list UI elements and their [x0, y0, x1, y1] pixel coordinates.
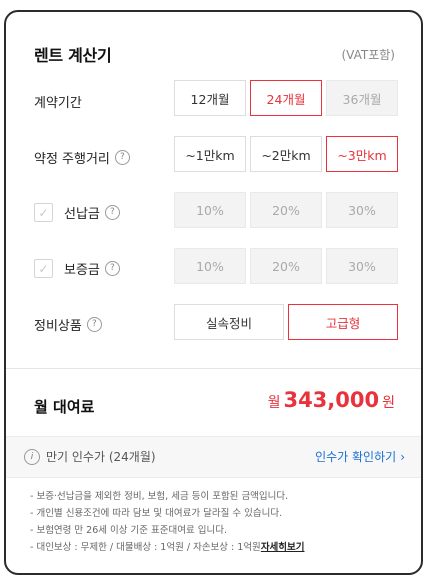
note-line: - 보증·선납금을 제외한 정비, 보험, 세금 등이 포함된 금액입니다. — [30, 491, 289, 502]
fee-amount: 343,000 — [283, 388, 380, 412]
mileage-2-button[interactable]: ~2만km — [250, 136, 322, 172]
mileage-1-button[interactable]: ~1만km — [174, 136, 246, 172]
prepayment-30-button[interactable]: 30% — [326, 192, 398, 228]
details-link[interactable]: 자세히보기 — [261, 542, 305, 553]
help-icon[interactable]: ? — [104, 205, 120, 220]
deposit-10-button[interactable]: 10% — [174, 248, 246, 284]
page-title: 렌트 계산기 — [34, 46, 112, 65]
buyout-info-text: 만기 인수가 (24개월) — [46, 450, 156, 464]
help-icon[interactable]: ? — [114, 150, 130, 165]
notes: - 보증·선납금을 제외한 정비, 보험, 세금 등이 포함된 금액입니다. -… — [30, 488, 305, 556]
rent-calculator-card: 렌트 계산기 (VAT포함) 계약기간 12개월 24개월 36개월 약정 주행… — [4, 10, 423, 575]
deposit-label-text: 보증금 — [64, 263, 100, 278]
note-line: - 보험연령 만 26세 이상 기준 표준대여료 입니다. — [30, 525, 227, 536]
prepayment-label-text: 선납금 — [64, 207, 100, 222]
note-line-last: - 대인보상 : 무제한 / 대물배상 : 1억원 / 자손보상 : 1억원자세… — [30, 539, 305, 556]
mileage-label-text: 약정 주행거리 — [34, 152, 110, 167]
deposit-30-button[interactable]: 30% — [326, 248, 398, 284]
period-24-button[interactable]: 24개월 — [250, 80, 322, 116]
maintenance-label-text: 정비상품 — [34, 319, 82, 334]
contract-period-label-text: 계약기간 — [34, 96, 82, 111]
monthly-fee-label: 월 대여료 — [34, 398, 95, 416]
deposit-label: ✓ 보증금 ? — [34, 259, 120, 278]
maintenance-label: 정비상품 ? — [34, 315, 102, 334]
info-icon: i — [24, 448, 40, 465]
maintenance-basic-button[interactable]: 실속정비 — [174, 304, 284, 340]
prepayment-label: ✓ 선납금 ? — [34, 203, 120, 222]
period-12-button[interactable]: 12개월 — [174, 80, 246, 116]
prepayment-checkbox[interactable]: ✓ — [34, 203, 53, 222]
divider — [6, 368, 421, 369]
prepayment-20-button[interactable]: 20% — [250, 192, 322, 228]
chevron-right-icon: › — [400, 449, 405, 464]
period-36-button[interactable]: 36개월 — [326, 80, 398, 116]
note-line-last-text: - 대인보상 : 무제한 / 대물배상 : 1억원 / 자손보상 : 1억원 — [30, 542, 261, 553]
buyout-bar: i 만기 인수가 (24개월) 인수가 확인하기 › — [6, 436, 421, 478]
buyout-link-text: 인수가 확인하기 — [315, 450, 397, 464]
mileage-label: 약정 주행거리 ? — [34, 148, 130, 167]
note-line: - 개인별 신용조건에 따라 담보 및 대여료가 달라질 수 있습니다. — [30, 508, 283, 519]
vat-note: (VAT포함) — [341, 48, 396, 62]
help-icon[interactable]: ? — [86, 317, 102, 332]
deposit-20-button[interactable]: 20% — [250, 248, 322, 284]
contract-period-label: 계약기간 — [34, 92, 82, 111]
maintenance-premium-button[interactable]: 고급형 — [288, 304, 398, 340]
buyout-check-link[interactable]: 인수가 확인하기 › — [315, 448, 405, 465]
deposit-checkbox[interactable]: ✓ — [34, 259, 53, 278]
fee-suffix: 원 — [382, 395, 395, 411]
monthly-fee: 월 343,000 원 — [268, 388, 395, 412]
prepayment-10-button[interactable]: 10% — [174, 192, 246, 228]
fee-prefix: 월 — [267, 395, 281, 411]
help-icon[interactable]: ? — [104, 261, 120, 276]
buyout-info: i 만기 인수가 (24개월) — [24, 448, 156, 465]
mileage-3-button[interactable]: ~3만km — [326, 136, 398, 172]
